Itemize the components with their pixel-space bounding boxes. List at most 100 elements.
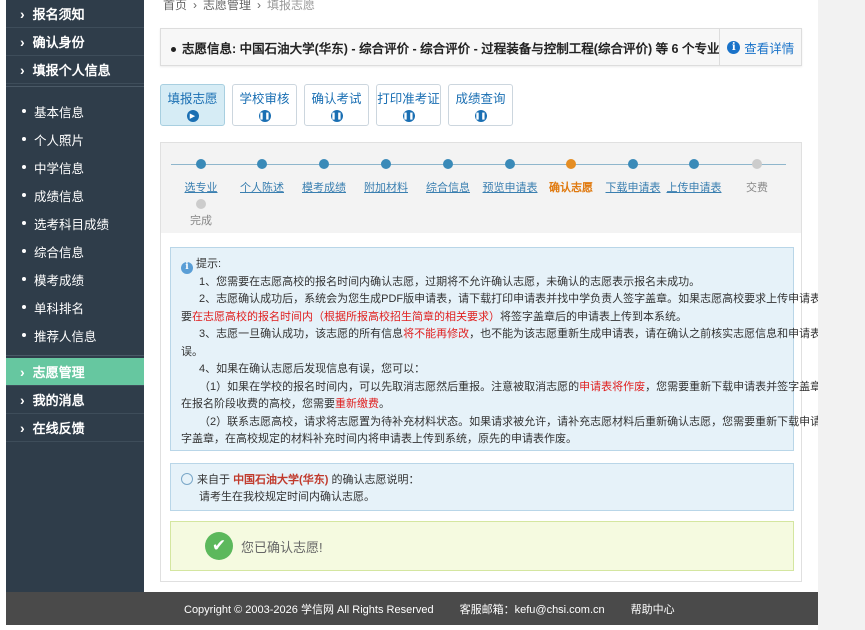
divider [6,355,144,356]
chevron-right-icon: › [20,363,25,380]
step-label[interactable]: 下载申请表 [606,179,661,195]
tab-school-review[interactable]: 学校审核 ❚❚ [232,84,297,126]
school-note-pre: 来自于 [197,474,230,486]
tip-line: 4、如果在确认志愿后发现信息有误，您可以： [199,363,426,376]
sidebar-subitem-label: 选考科目成绩 [34,217,110,232]
breadcrumb-home[interactable]: 首页 [163,0,187,13]
tab-label: 成绩查询 [455,92,506,106]
step-dot [257,159,267,169]
bullet-icon [22,305,26,309]
school-note-post: 的确认志愿说明： [331,474,420,486]
tips-title: 提示: [196,258,222,270]
school-note-box: 来自于 中国石油大学(华东) 的确认志愿说明： 请考生在我校规定时间内确认志愿。 [170,463,794,511]
sidebar-subitem-recommender[interactable]: 推荐人信息 [6,321,144,349]
step-label: 确认志愿 [549,182,593,194]
sidebar-subitem-label: 推荐人信息 [34,329,97,344]
step-label[interactable]: 上传申请表 [667,179,722,195]
breadcrumb-level2[interactable]: 志愿管理 [203,0,251,13]
tab-print-ticket[interactable]: 打印准考证 ❚❚ [376,84,441,126]
step-label[interactable]: 预览申请表 [483,179,538,195]
sidebar-subitem-label: 模考成绩 [34,273,85,288]
tip-text: （1）如果在学校的报名时间内，可以先取消志愿然后重报。注意被取消志愿的 [199,380,580,393]
sidebar-item-messages[interactable]: › 我的消息 [6,386,144,414]
application-info-bar: 志愿信息: 中国石油大学(华东) - 综合评价 - 综合评价 - 过程装备与控制… [160,28,802,66]
tip-line: 误。 [181,345,203,358]
tab-score-query[interactable]: 成绩查询 ❚❚ [448,84,513,126]
chevron-right-icon: › [20,5,25,22]
sidebar-item-personal-info[interactable]: › 填报个人信息 [6,56,144,84]
sidebar-item-label: 填报个人信息 [32,63,111,78]
sidebar-subitem-basic-info[interactable]: 基本信息 [6,97,144,125]
chevron-right-icon: › [193,0,198,12]
step-label[interactable]: 综合信息 [426,179,470,195]
info-icon: i [727,40,741,54]
sidebar-subitem-grades[interactable]: 成绩信息 [6,181,144,209]
tip-line: （1）如果在学校的报名时间内，可以先取消志愿然后重报。注意被取消志愿的申请表将作… [181,379,854,397]
sidebar-subitem-mock-exam[interactable]: 模考成绩 [6,265,144,293]
tip-text: 将签字盖章后的申请表上传到本系统。 [500,310,687,323]
sidebar-sublist: 基本信息 个人照片 中学信息 成绩信息 选考科目成绩 综合信息 模考成绩 单科排… [6,89,144,353]
sidebar-item-confirm-identity[interactable]: › 确认身份 [6,28,144,56]
tab-label: 填报志愿 [167,92,218,106]
sidebar-subitem-ranking[interactable]: 单科排名 [6,293,144,321]
tab-confirm-exam[interactable]: 确认考试 ❚❚ [304,84,369,126]
sidebar-subitem-label: 成绩信息 [34,189,85,204]
confirmed-status-box: ✔ 您已确认志愿! [170,521,794,571]
footer: Copyright © 2003-2026 学信网 All Rights Res… [6,592,818,625]
step-dot [319,159,329,169]
tab-label: 确认考试 [311,92,362,106]
step-label[interactable]: 模考成绩 [302,179,346,195]
tip-highlight: 在志愿高校的报名时间内（根据所报高校招生简章的相关要求） [192,310,500,323]
sidebar-subitem-label: 综合信息 [34,245,85,260]
tip-line: （2）联系志愿高校，请求将志愿置为待补充材料状态。如果请求被允许，请补充志愿材料… [199,415,855,428]
bullet-icon [171,46,176,52]
tip-line: 字盖章，在高校规定的材料补充时间内将申请表上传到系统，原先的申请表作废。 [181,433,577,446]
sidebar-subitem-elective-grades[interactable]: 选考科目成绩 [6,209,144,237]
bullet-icon [22,333,26,337]
bullet-icon [22,137,26,141]
step-dot [443,159,453,169]
chevron-right-icon: › [20,33,25,50]
step-dot [628,159,638,169]
step-label[interactable]: 选专业 [185,179,218,195]
sidebar-subitem-label: 中学信息 [34,161,85,176]
step-dot [381,159,391,169]
bullet-icon [22,221,26,225]
step-label[interactable]: 附加材料 [364,179,408,195]
step-progress: 选专业 个人陈述 模考成绩 附加材料 综合信息 预览申请表 确认志愿 下载申请表 上传申请表 交费… [161,143,801,233]
chevron-right-icon: › [20,391,25,408]
sidebar-item-notice[interactable]: › 报名须知 [6,0,144,28]
process-tabs: 填报志愿 ▶ 学校审核 ❚❚ 确认考试 ❚❚ 打印准考证 ❚❚ 成绩查询 ❚❚ [160,84,513,126]
step-label: 交费 [746,182,768,194]
help-center-link[interactable]: 帮助中心 [631,601,675,617]
breadcrumb-current: 填报志愿 [267,0,316,12]
tip-text: 3、志愿一旦确认成功，该志愿的所有信息 [199,328,404,341]
tip-text: ，也不能为该志愿重新生成申请表，请在确认之前核实志愿信息和申请表内容无 [469,328,855,341]
sidebar-item-label: 在线反馈 [32,421,85,436]
sidebar-subitem-school-info[interactable]: 中学信息 [6,153,144,181]
school-note-text: 请考生在我校规定时间内确认志愿。 [199,491,375,503]
school-name: 中国石油大学(华东) [233,474,329,486]
bullet-icon [22,165,26,169]
step-dot [196,199,206,209]
sidebar-subitem-comprehensive[interactable]: 综合信息 [6,237,144,265]
tip-text: 在报名阶段收费的高校，您需要 [181,398,335,411]
play-icon: ▶ [186,110,199,122]
tip-line: 1、您需要在志愿高校的报名时间内确认志愿，过期将不允许确认志愿，未确认的志愿表示… [199,275,701,288]
support-email[interactable]: 客服邮箱：kefu@chsi.com.cn [460,601,605,617]
view-details-label: 查看详情 [744,41,795,56]
sidebar-item-application-management[interactable]: › 志愿管理 [6,358,144,386]
step-label: 完成 [190,215,212,227]
sidebar-subitem-label: 基本信息 [34,105,85,120]
sidebar-item-label: 我的消息 [32,393,85,408]
step-label[interactable]: 个人陈述 [240,179,284,195]
sidebar-subitem-photo[interactable]: 个人照片 [6,125,144,153]
sidebar-item-feedback[interactable]: › 在线反馈 [6,414,144,442]
view-details-link[interactable]: i 查看详情 [719,29,801,65]
checkmark-icon: ✔ [205,532,233,560]
tab-fill-application[interactable]: 填报志愿 ▶ [160,84,225,126]
tip-line: 2、志愿确认成功后，系统会为您生成PDF版申请表，请下载打印申请表并找中学负责人… [199,293,855,306]
pause-icon: ❚❚ [402,110,415,122]
step-dot [505,159,515,169]
tip-text: 要 [181,310,192,323]
